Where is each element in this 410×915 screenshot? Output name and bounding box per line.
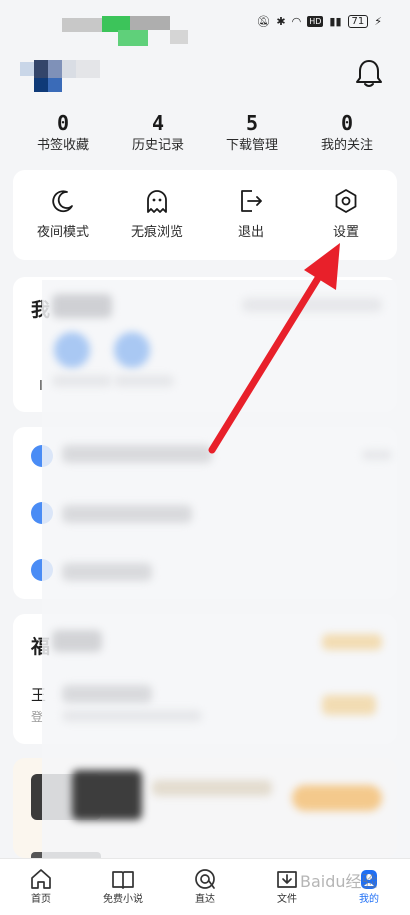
nav-direct[interactable]: 直达 (164, 867, 246, 907)
home-icon (31, 869, 51, 889)
nav-home[interactable]: 首页 (0, 867, 82, 907)
file-icon (277, 871, 297, 888)
annotation-arrow (208, 243, 340, 454)
watermark: Baidu经验 (300, 872, 378, 891)
nav-label: 免费小说 (103, 894, 143, 905)
book-icon (112, 871, 134, 889)
nav-label: 我的 (359, 894, 379, 905)
nav-label: 文件 (277, 894, 297, 905)
direct-icon (195, 869, 215, 889)
nav-label: 首页 (31, 894, 51, 905)
nav-free-novels[interactable]: 免费小说 (82, 867, 164, 907)
nav-label: 直达 (195, 894, 215, 905)
